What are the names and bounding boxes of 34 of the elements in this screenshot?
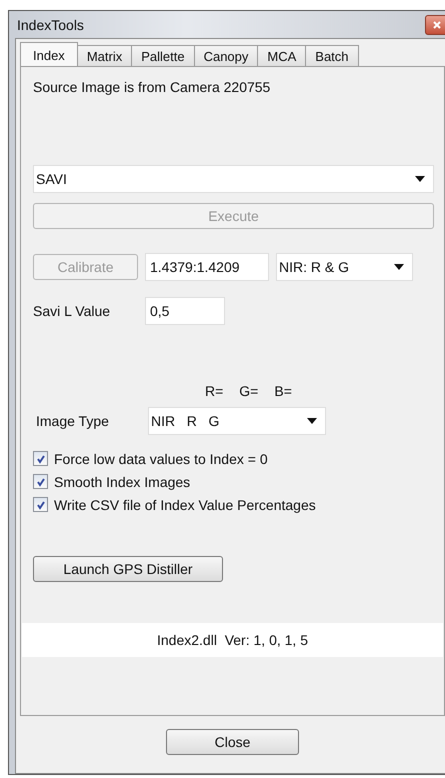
launch-gps-button[interactable]: Launch GPS Distiller bbox=[33, 556, 223, 582]
checkbox[interactable] bbox=[33, 474, 48, 489]
channel-header: R= bbox=[205, 383, 224, 399]
close-button[interactable]: Close bbox=[166, 729, 299, 755]
checkmark-icon bbox=[36, 476, 46, 486]
checkmark-icon bbox=[36, 454, 46, 464]
index-dropdown[interactable]: SAVI bbox=[33, 165, 434, 193]
tab[interactable]: MCA bbox=[257, 45, 306, 66]
checkbox[interactable] bbox=[33, 497, 48, 512]
tab[interactable]: Matrix bbox=[76, 45, 132, 66]
dropdown-arrow-icon bbox=[307, 418, 317, 424]
tab[interactable]: Canopy bbox=[194, 45, 258, 66]
band-dropdown[interactable]: NIR: R & G bbox=[276, 253, 413, 281]
channel-header: B= bbox=[274, 383, 292, 399]
checkbox-label: Write CSV file of Index Value Percentages bbox=[54, 496, 316, 512]
checkbox-label: Force low data values to Index = 0 bbox=[54, 450, 268, 466]
checkbox[interactable] bbox=[33, 451, 48, 466]
calibration-field[interactable]: 1.4379:1.4209 bbox=[145, 253, 269, 281]
checkbox-label: Smooth Index Images bbox=[54, 474, 190, 490]
dropdown-arrow-icon bbox=[415, 176, 425, 182]
image-type-label: Image Type bbox=[35, 413, 110, 429]
close-icon[interactable] bbox=[425, 14, 445, 34]
source-text: Source Image is from Camera 220755 bbox=[33, 79, 272, 95]
tab[interactable]: Pallette bbox=[131, 45, 195, 66]
savi-l-field[interactable]: 0,5 bbox=[145, 297, 225, 325]
channel-header: G= bbox=[239, 383, 258, 399]
savi-l-label: Savi L Value bbox=[33, 303, 112, 319]
tab[interactable]: Index bbox=[20, 42, 78, 66]
image-type-dropdown[interactable]: NIR R G bbox=[148, 407, 326, 435]
dropdown-arrow-icon bbox=[394, 264, 404, 270]
version-text: Index2.dll Ver: 1, 0, 1, 5 bbox=[22, 623, 443, 657]
window-title: IndexTools bbox=[16, 16, 84, 32]
checkmark-icon bbox=[36, 500, 46, 510]
tab[interactable]: Batch bbox=[305, 45, 359, 66]
